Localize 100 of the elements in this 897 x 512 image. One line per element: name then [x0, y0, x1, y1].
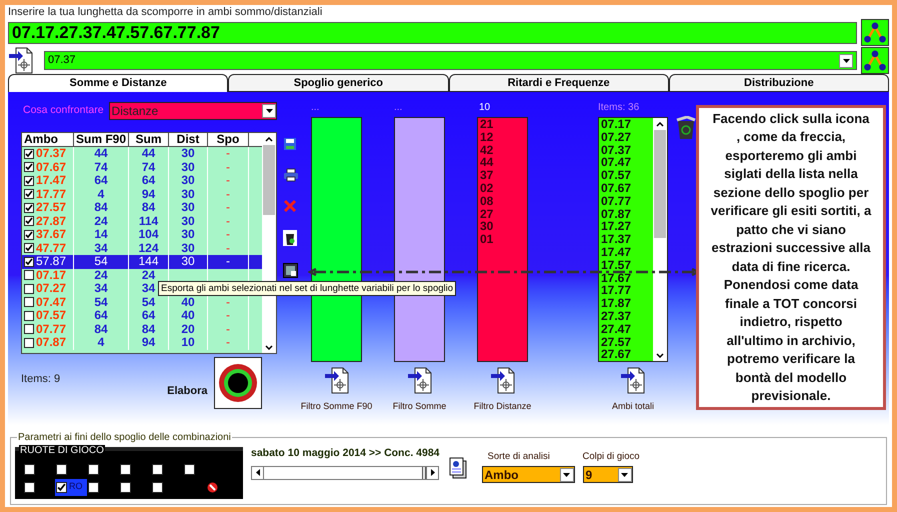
- list-item[interactable]: 17.27: [601, 220, 653, 234]
- no-entry-icon[interactable]: [207, 482, 218, 492]
- ambi-list[interactable]: 07.17 07.27 07.37 07.47 07.57 07.67 07.77 07.87 17.27 17.37 17.47 17.57 17.67 17.77 17.87 27.37 27.47 27.57 27.67: [598, 117, 668, 362]
- checkbox[interactable]: [24, 464, 35, 474]
- table-row[interactable]: 27.57 84 84 30 -: [22, 201, 262, 214]
- list-item[interactable]: 27.37: [601, 310, 653, 323]
- checkbox[interactable]: [56, 464, 67, 474]
- list-item[interactable]: 17.87: [601, 297, 653, 310]
- checkbox[interactable]: [120, 482, 131, 492]
- import-file-icon[interactable]: [8, 47, 34, 74]
- checkbox[interactable]: [24, 482, 35, 492]
- list-item[interactable]: 37: [480, 169, 527, 182]
- checkbox[interactable]: [56, 482, 67, 492]
- column-header[interactable]: Sum F90: [74, 133, 129, 147]
- documents-icon[interactable]: [448, 457, 468, 479]
- list-item[interactable]: 42: [480, 144, 527, 156]
- list-item[interactable]: 27.47: [601, 322, 653, 336]
- list-item[interactable]: 27: [480, 208, 527, 220]
- table-row[interactable]: 07.67 74 74 30 -: [22, 160, 262, 174]
- tab[interactable]: Spoglio generico: [228, 74, 448, 92]
- checkbox[interactable]: [24, 230, 34, 240]
- list-item[interactable]: 30: [480, 220, 527, 234]
- list-item[interactable]: 08: [480, 194, 527, 208]
- scrollbar[interactable]: [653, 118, 667, 361]
- list-item[interactable]: 02: [480, 182, 527, 195]
- checkbox[interactable]: [24, 270, 34, 280]
- table-row[interactable]: 17.77 4 94 30 -: [22, 188, 262, 201]
- checkbox[interactable]: [120, 464, 131, 474]
- save-icon[interactable]: [283, 137, 297, 151]
- list-item[interactable]: 07.27: [601, 130, 653, 144]
- table-row[interactable]: 57.87 54 144 30 -: [22, 255, 262, 268]
- checkbox[interactable]: [24, 176, 34, 186]
- scroll-left-icon[interactable]: [256, 469, 260, 476]
- list-item[interactable]: 07.77: [601, 194, 653, 208]
- tab[interactable]: Distribuzione: [668, 74, 889, 92]
- date-slider[interactable]: [251, 466, 439, 480]
- list-item[interactable]: 17.57: [601, 258, 653, 272]
- filter-list[interactable]: 21 12 42 44 37 02 08 27 30 01: [477, 117, 528, 362]
- list-item[interactable]: 17.77: [601, 284, 653, 298]
- list-item[interactable]: 07.17: [601, 118, 653, 131]
- checkbox[interactable]: [152, 482, 163, 492]
- pair-dropdown[interactable]: 07.37: [44, 51, 857, 70]
- export-file-icon[interactable]: [324, 367, 350, 394]
- list-item[interactable]: 21: [480, 118, 527, 131]
- column-header[interactable]: Dist: [169, 133, 208, 147]
- table-row[interactable]: 17.47 64 64 30 -: [22, 174, 262, 188]
- scroll-up-icon[interactable]: [265, 136, 274, 142]
- checkbox[interactable]: [24, 256, 34, 267]
- scroll-down-icon[interactable]: [656, 352, 664, 358]
- checkbox[interactable]: [24, 338, 34, 348]
- checkbox[interactable]: [24, 202, 34, 213]
- table-row[interactable]: 27.87 24 114 30 -: [22, 214, 262, 228]
- list-item[interactable]: 07.37: [601, 144, 653, 156]
- list-item[interactable]: 27.67: [601, 348, 653, 362]
- scroll-down-icon[interactable]: [265, 344, 274, 350]
- compare-combo[interactable]: Distanze: [108, 102, 277, 120]
- table-row[interactable]: 37.67 14 104 30 -: [22, 228, 262, 242]
- export-file-icon[interactable]: [620, 367, 646, 394]
- checkbox[interactable]: [24, 216, 34, 226]
- slider-thumb[interactable]: [422, 466, 426, 479]
- column-header[interactable]: Spo: [208, 133, 249, 147]
- list-item[interactable]: 07.47: [601, 156, 653, 170]
- list-item[interactable]: 01: [480, 233, 527, 246]
- list-item[interactable]: 07.87: [601, 208, 653, 220]
- checkbox[interactable]: [88, 464, 99, 474]
- checkbox[interactable]: [24, 162, 34, 172]
- checkbox[interactable]: [24, 310, 34, 321]
- export-icon[interactable]: [283, 263, 298, 278]
- colpi-combo[interactable]: 9: [582, 466, 633, 484]
- checkbox[interactable]: [24, 284, 34, 294]
- checkbox[interactable]: [88, 482, 99, 492]
- export-file-icon[interactable]: [406, 367, 432, 394]
- export-file-icon[interactable]: [490, 367, 516, 394]
- elabora-button[interactable]: [214, 357, 262, 409]
- table-row[interactable]: 07.57 64 64 40 -: [22, 309, 262, 322]
- tab[interactable]: Ritardi e Frequenze: [448, 74, 669, 92]
- table-row[interactable]: 07.37 44 44 30 -: [22, 147, 262, 160]
- checkbox[interactable]: [24, 243, 34, 254]
- list-item[interactable]: 07.57: [601, 169, 653, 182]
- column-header[interactable]: Ambo: [22, 133, 74, 147]
- list-item[interactable]: 17.47: [601, 246, 653, 259]
- molecule-icon[interactable]: [861, 19, 889, 46]
- print-icon[interactable]: [283, 168, 299, 182]
- list-item[interactable]: 27.57: [601, 336, 653, 348]
- checkbox[interactable]: [152, 464, 163, 474]
- table-row[interactable]: 07.77 84 84 20 -: [22, 322, 262, 336]
- list-item[interactable]: 07.67: [601, 182, 653, 195]
- column-header[interactable]: Sum: [129, 133, 169, 147]
- table-row[interactable]: 07.87 4 94 10 -: [22, 336, 262, 350]
- scroll-right-icon[interactable]: [430, 469, 434, 476]
- lunghetta-field[interactable]: 07.17.27.37.47.57.67.77.87: [8, 22, 857, 44]
- scroll-up-icon[interactable]: [656, 122, 664, 126]
- checkbox[interactable]: [24, 324, 34, 334]
- checkbox[interactable]: [24, 148, 34, 159]
- checkbox[interactable]: [24, 189, 34, 200]
- list-item[interactable]: 44: [480, 156, 527, 170]
- checkbox[interactable]: [24, 297, 34, 308]
- molecule-icon[interactable]: [861, 47, 889, 74]
- bin-icon[interactable]: [283, 230, 297, 246]
- sorte-combo[interactable]: Ambo: [482, 466, 575, 484]
